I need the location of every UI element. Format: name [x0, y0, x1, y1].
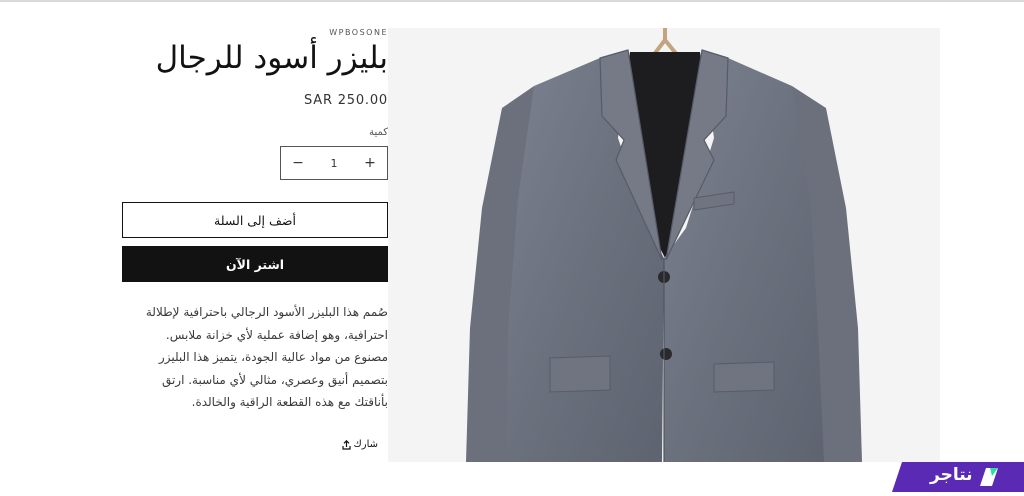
buy-now-button[interactable]: اشتر الآن	[122, 246, 388, 282]
share-icon	[341, 439, 351, 450]
product-title: بليزر أسود للرجال	[155, 40, 388, 76]
product-description: صُمم هذا البليزر الأسود الرجالي باحترافي…	[122, 301, 388, 414]
quantity-label: كمية	[369, 127, 388, 138]
quantity-stepper: − 1 +	[280, 146, 388, 180]
product-price: SAR 250.00	[303, 93, 388, 108]
product-vendor: WPBOSONE	[329, 28, 388, 37]
description-line: احترافية، وهو إضافة عملية لأي خزانة ملاب…	[165, 327, 388, 342]
description-line: صُمم هذا البليزر الأسود الرجالي باحترافي…	[145, 305, 388, 319]
description-line: بتصميم أنيق وعصري، مثالي لأي مناسبة. ارت…	[161, 372, 388, 387]
quantity-decrease-button[interactable]: −	[281, 147, 315, 179]
description-line: بأناقتك مع هذه القطعة الراقية والخالدة.	[191, 395, 388, 409]
add-to-cart-button[interactable]: أضف إلى السلة	[122, 202, 388, 238]
quantity-increase-button[interactable]: +	[353, 147, 387, 179]
blazer-image	[388, 28, 940, 462]
brand-name: نتاجر	[930, 465, 973, 485]
share-button[interactable]: شارك	[341, 439, 379, 450]
quantity-input[interactable]: 1	[331, 157, 338, 170]
description-line: مصنوع من مواد عالية الجودة، يتميز هذا ال…	[158, 350, 388, 364]
product-image[interactable]	[388, 28, 940, 462]
share-label: شارك	[353, 439, 379, 450]
header-divider	[0, 0, 1024, 2]
brand-badge[interactable]: نتاجر	[892, 462, 1024, 492]
